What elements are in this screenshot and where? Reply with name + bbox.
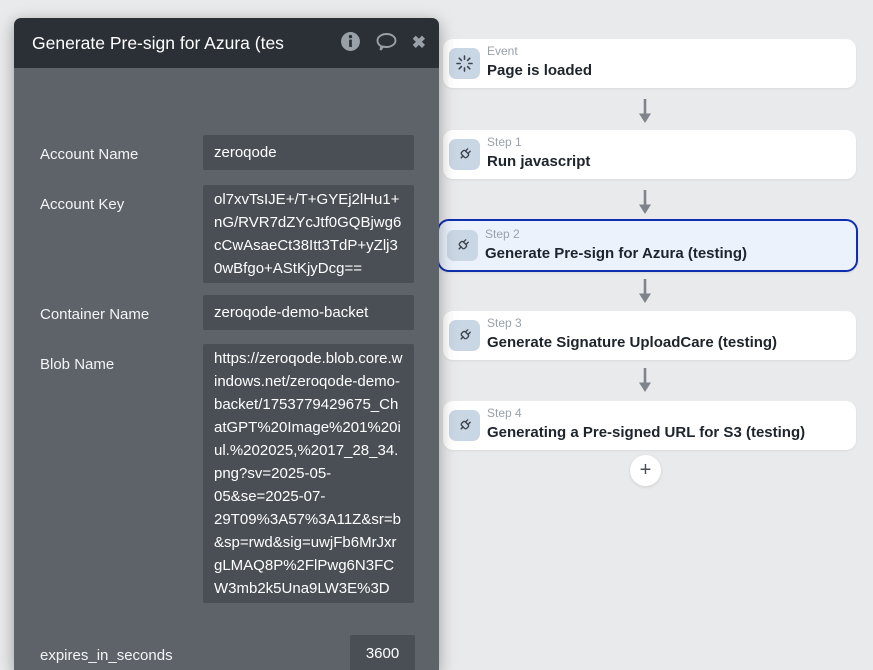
- add-action-button[interactable]: +: [630, 455, 661, 486]
- flow-arrow-icon: [636, 368, 654, 394]
- bubble-workflow-editor: Event Page is loaded Step 1 Run javascri…: [0, 0, 873, 670]
- flow-arrow-icon: [636, 99, 654, 125]
- account-name-input[interactable]: zeroqode: [203, 135, 414, 170]
- comment-button[interactable]: [374, 32, 399, 54]
- workflow-node-step-2-selected[interactable]: Step 2 Generate Pre-sign for Azura (test…: [437, 219, 858, 272]
- node-title: Generate Pre-sign for Azura (testing): [485, 244, 846, 264]
- node-kind-label: Step 2: [485, 227, 846, 242]
- node-kind-label: Step 3: [487, 316, 846, 331]
- workflow-node-step-3[interactable]: Step 3 Generate Signature UploadCare (te…: [443, 311, 856, 360]
- plugin-plug-icon: [449, 139, 480, 170]
- expires-in-seconds-label: expires_in_seconds: [40, 646, 173, 665]
- action-properties-panel: Generate Pre-sign for Azura (tes: [14, 18, 439, 670]
- flow-arrow-icon: [636, 190, 654, 216]
- page-load-burst-icon: [449, 48, 480, 79]
- workflow-node-step-4[interactable]: Step 4 Generating a Pre-signed URL for S…: [443, 401, 856, 450]
- panel-title: Generate Pre-sign for Azura (tes: [32, 33, 327, 54]
- account-key-label: Account Key: [40, 195, 124, 214]
- info-button[interactable]: [340, 32, 361, 54]
- node-title: Generate Signature UploadCare (testing): [487, 333, 846, 353]
- node-kind-label: Step 1: [487, 135, 846, 150]
- comment-bubble-icon: [374, 31, 399, 56]
- close-icon: ✖: [412, 33, 426, 53]
- container-name-input[interactable]: zeroqode-demo-backet: [203, 295, 414, 330]
- account-name-label: Account Name: [40, 145, 138, 164]
- plugin-plug-icon: [449, 410, 480, 441]
- plugin-plug-icon: [449, 320, 480, 351]
- close-button[interactable]: ✖: [412, 32, 426, 54]
- panel-header[interactable]: Generate Pre-sign for Azura (tes: [14, 18, 439, 68]
- info-icon: [340, 31, 361, 55]
- workflow-node-step-1[interactable]: Step 1 Run javascript: [443, 130, 856, 179]
- blob-name-input[interactable]: https://zeroqode.blob.core.windows.net/z…: [203, 344, 414, 603]
- account-key-input[interactable]: ol7xvTsIJE+/T+GYEj2lHu1+nG/RVR7dZYcJtf0G…: [203, 185, 414, 283]
- expires-in-seconds-input[interactable]: 3600: [350, 635, 415, 670]
- workflow-node-event[interactable]: Event Page is loaded: [443, 39, 856, 88]
- node-title: Generating a Pre-signed URL for S3 (test…: [487, 423, 846, 443]
- blob-name-label: Blob Name: [40, 355, 114, 374]
- flow-arrow-icon: [636, 279, 654, 305]
- node-kind-label: Event: [487, 44, 846, 59]
- container-name-label: Container Name: [40, 305, 149, 324]
- panel-body: Account Name zeroqode Account Key ol7xvT…: [14, 68, 439, 670]
- node-title: Page is loaded: [487, 61, 846, 81]
- node-kind-label: Step 4: [487, 406, 846, 421]
- node-title: Run javascript: [487, 152, 846, 172]
- plugin-plug-icon: [447, 230, 478, 261]
